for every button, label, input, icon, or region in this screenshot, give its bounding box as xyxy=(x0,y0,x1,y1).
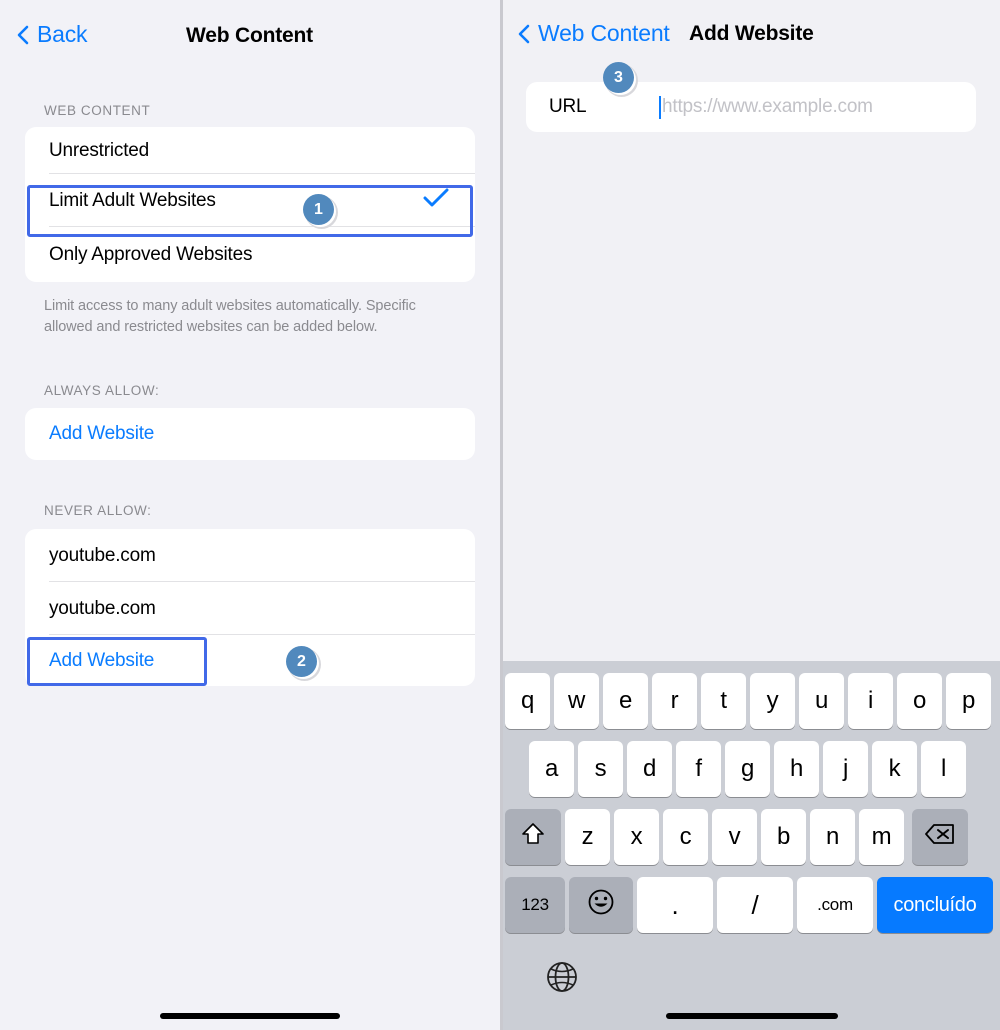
key-n[interactable]: n xyxy=(810,809,855,865)
step-badge-3: 3 xyxy=(603,62,634,93)
key-b[interactable]: b xyxy=(761,809,806,865)
keyboard-row-3: zxcvbnm xyxy=(503,809,1000,865)
chevron-left-icon xyxy=(517,23,531,45)
numbers-key[interactable]: 123 xyxy=(505,877,565,933)
section-header-web-content: WEB CONTENT xyxy=(44,103,151,118)
left-navbar: Back Web Content xyxy=(0,0,500,70)
key-v[interactable]: v xyxy=(712,809,757,865)
key-y[interactable]: y xyxy=(750,673,795,729)
never-allow-card: youtube.com youtube.com Add Website xyxy=(25,529,475,686)
globe-icon[interactable] xyxy=(546,961,578,998)
keyboard-row-3-letters: zxcvbnm xyxy=(565,809,904,865)
option-row-limit-adult-websites[interactable]: Limit Adult Websites xyxy=(25,174,475,227)
backspace-key[interactable] xyxy=(912,809,968,865)
section-header-always-allow: ALWAYS ALLOW: xyxy=(44,383,160,398)
checkmark-icon xyxy=(423,188,449,214)
back-button-web-content[interactable]: Web Content xyxy=(517,20,670,47)
left-panel-web-content: Back Web Content WEB CONTENT Unrestricte… xyxy=(0,0,500,1030)
key-r[interactable]: r xyxy=(652,673,697,729)
url-field-label: URL xyxy=(549,96,587,117)
step-badge-1: 1 xyxy=(303,194,334,225)
key-w[interactable]: w xyxy=(554,673,599,729)
key-z[interactable]: z xyxy=(565,809,610,865)
key-h[interactable]: h xyxy=(774,741,819,797)
text-caret xyxy=(659,95,661,119)
website-label: youtube.com xyxy=(49,597,156,619)
key-f[interactable]: f xyxy=(676,741,721,797)
key-k[interactable]: k xyxy=(872,741,917,797)
option-label: Limit Adult Websites xyxy=(49,189,216,211)
step-badge-number: 2 xyxy=(297,652,306,670)
add-website-label: Add Website xyxy=(49,649,155,671)
done-key[interactable]: concluído xyxy=(877,877,993,933)
website-label: youtube.com xyxy=(49,544,156,566)
key-e[interactable]: e xyxy=(603,673,648,729)
never-allow-row-1[interactable]: youtube.com xyxy=(25,529,475,582)
period-key[interactable]: . xyxy=(637,877,713,933)
key-q[interactable]: q xyxy=(505,673,550,729)
web-content-footnote: Limit access to many adult websites auto… xyxy=(44,298,416,335)
page-title: Add Website xyxy=(689,22,814,45)
shift-arrow-icon xyxy=(520,821,546,854)
key-a[interactable]: a xyxy=(529,741,574,797)
on-screen-keyboard: qwertyuiop asdfghjkl zxcvbnm 123 . / .co… xyxy=(503,661,1000,1030)
key-t[interactable]: t xyxy=(701,673,746,729)
key-l[interactable]: l xyxy=(921,741,966,797)
right-panel-add-website: Web Content Add Website URL https://www.… xyxy=(503,0,1000,1030)
step-badge-number: 1 xyxy=(314,200,323,218)
backspace-icon xyxy=(925,823,955,852)
page-title: Web Content xyxy=(186,24,313,47)
web-content-options-card: Unrestricted Limit Adult Websites Only A… xyxy=(25,127,475,282)
back-button[interactable]: Back xyxy=(16,21,88,48)
add-website-label: Add Website xyxy=(49,423,155,444)
key-u[interactable]: u xyxy=(799,673,844,729)
shift-key[interactable] xyxy=(505,809,561,865)
keyboard-row-4: 123 . / .com concluído xyxy=(503,877,1000,933)
back-button-label: Web Content xyxy=(538,20,670,46)
option-label: Unrestricted xyxy=(49,139,150,161)
emoji-smiley-icon xyxy=(587,888,615,923)
option-label: Only Approved Websites xyxy=(49,243,253,265)
chevron-left-icon xyxy=(16,24,30,46)
emoji-key[interactable] xyxy=(569,877,633,933)
key-p[interactable]: p xyxy=(946,673,991,729)
option-row-only-approved-websites[interactable]: Only Approved Websites xyxy=(25,227,475,282)
never-allow-row-2[interactable]: youtube.com xyxy=(25,582,475,635)
dotcom-key[interactable]: .com xyxy=(797,877,873,933)
keyboard-row-1: qwertyuiop xyxy=(503,673,1000,729)
key-x[interactable]: x xyxy=(614,809,659,865)
keyboard-row-2: asdfghjkl xyxy=(503,741,1000,797)
key-s[interactable]: s xyxy=(578,741,623,797)
key-o[interactable]: o xyxy=(897,673,942,729)
slash-key[interactable]: / xyxy=(717,877,793,933)
key-m[interactable]: m xyxy=(859,809,904,865)
key-g[interactable]: g xyxy=(725,741,770,797)
right-navbar: Web Content Add Website xyxy=(503,0,1000,70)
url-field-card[interactable]: URL https://www.example.com xyxy=(526,82,976,132)
key-j[interactable]: j xyxy=(823,741,868,797)
step-badge-2: 2 xyxy=(286,646,317,677)
step-badge-number: 3 xyxy=(614,68,623,86)
option-row-unrestricted[interactable]: Unrestricted xyxy=(25,127,475,174)
back-button-label: Back xyxy=(37,21,88,47)
key-d[interactable]: d xyxy=(627,741,672,797)
always-allow-card: Add Website xyxy=(25,408,475,460)
add-website-button-never-allow[interactable]: Add Website xyxy=(25,635,475,686)
key-i[interactable]: i xyxy=(848,673,893,729)
home-indicator-right xyxy=(666,1013,838,1019)
key-c[interactable]: c xyxy=(663,809,708,865)
home-indicator-left xyxy=(160,1013,340,1019)
section-header-never-allow: NEVER ALLOW: xyxy=(44,503,152,518)
add-website-button-always-allow[interactable]: Add Website xyxy=(25,408,475,460)
url-input[interactable]: https://www.example.com xyxy=(662,96,873,118)
